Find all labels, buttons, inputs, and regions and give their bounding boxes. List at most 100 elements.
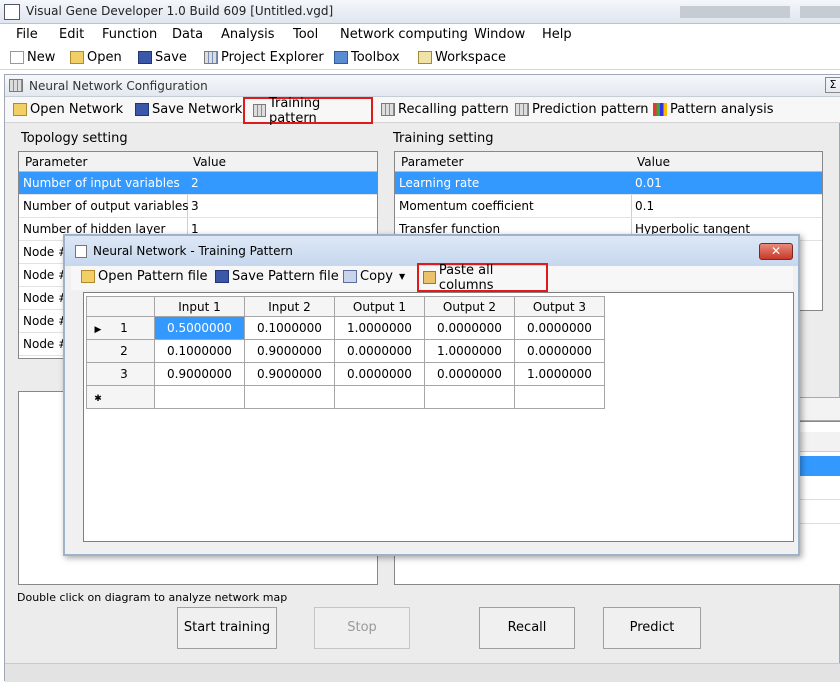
table-cell[interactable]: 0.0000000 [334,362,425,386]
table-row[interactable]: 3 0.9000000 0.9000000 0.0000000 0.000000… [86,362,605,386]
toolbox-button[interactable]: Toolbox [334,50,400,65]
prediction-pattern-button[interactable]: Prediction pattern [515,102,648,117]
table-cell[interactable] [244,385,335,409]
open-network-button[interactable]: Open Network [13,102,123,117]
workspace-button[interactable]: Workspace [418,50,506,65]
save-icon [215,270,229,283]
menu-analysis[interactable]: Analysis [221,27,275,42]
table-cell[interactable]: 0.9000000 [154,362,245,386]
pattern-table-container: Input 1 Input 2 Output 1 Output 2 Output… [83,292,794,542]
col-input-2[interactable]: Input 2 [244,296,335,317]
paste-icon [423,271,436,284]
table-cell[interactable]: 0.0000000 [334,339,425,363]
pattern-analysis-button[interactable]: Pattern analysis [653,102,774,117]
app-titlebar: Visual Gene Developer 1.0 Build 609 [Unt… [0,0,840,24]
table-cell[interactable]: 0.1000000 [154,339,245,363]
col-parameter: Parameter [401,155,464,169]
folder-icon [13,103,27,116]
topology-grid-header: Parameter Value [19,152,377,172]
recall-button[interactable]: Recall [479,607,575,649]
col-output-3[interactable]: Output 3 [514,296,605,317]
app-icon [4,4,20,20]
table-cell[interactable] [334,385,425,409]
col-input-1[interactable]: Input 1 [154,296,245,317]
diagram-hint: Double click on diagram to analyze netwo… [17,591,288,604]
table-row[interactable]: Learning rate 0.01 [395,172,822,195]
topology-label: Topology setting [21,131,128,146]
col-value: Value [637,155,670,169]
table-cell[interactable] [424,385,515,409]
app-title: Visual Gene Developer 1.0 Build 609 [Unt… [26,4,334,18]
menu-function[interactable]: Function [102,27,157,42]
table-cell[interactable] [514,385,605,409]
table-row[interactable]: Momentum coefficient 0.1 [395,195,822,218]
table-cell[interactable]: 0.0000000 [514,316,605,340]
folder-icon [81,270,95,283]
table-cell[interactable]: 1.0000000 [424,339,515,363]
table-cell[interactable]: 0.0000000 [514,339,605,363]
predict-button[interactable]: Predict [603,607,701,649]
new-row[interactable]: ✱ [86,385,605,409]
pattern-table: Input 1 Input 2 Output 1 Output 2 Output… [86,296,605,409]
col-output-1[interactable]: Output 1 [334,296,425,317]
prediction-pattern-icon [515,103,529,116]
save-network-button[interactable]: Save Network [135,102,242,117]
nn-close-icon[interactable]: Σ [825,77,840,93]
menu-network-computing[interactable]: Network computing [340,27,468,42]
col-parameter: Parameter [25,155,88,169]
recalling-pattern-button[interactable]: Recalling pattern [381,102,509,117]
training-label: Training setting [393,131,494,146]
row-header[interactable]: 2 [86,339,155,363]
training-pattern-icon [253,104,266,117]
table-cell[interactable]: 1.0000000 [334,316,425,340]
folder-icon [70,51,84,64]
copy-icon [343,270,357,283]
row-header[interactable]: ▶ 1 [86,316,155,340]
new-row-icon: ✱ [94,394,102,404]
document-icon [75,245,87,258]
menu-file[interactable]: File [16,27,38,42]
menu-tool[interactable]: Tool [293,27,318,42]
new-button[interactable]: New [10,50,55,65]
table-row[interactable]: ▶ 1 0.5000000 0.1000000 1.0000000 0.00000… [86,316,605,340]
nn-config-title: Neural Network Configuration [29,79,208,93]
menu-help[interactable]: Help [542,27,572,42]
dialog-titlebar: Neural Network - Training Pattern ✕ [65,236,798,266]
copy-button[interactable]: Copy ▼ [343,269,405,284]
table-cell[interactable]: 1.0000000 [514,362,605,386]
table-cell[interactable]: 0.5000000 [154,316,245,340]
table-cell[interactable]: 0.0000000 [424,316,515,340]
table-cell[interactable]: 0.1000000 [244,316,335,340]
menu-data[interactable]: Data [172,27,203,42]
save-pattern-file-button[interactable]: Save Pattern file [215,269,339,284]
col-output-2[interactable]: Output 2 [424,296,515,317]
row-header[interactable]: 3 [86,362,155,386]
close-icon[interactable]: ✕ [759,243,793,260]
window-controls-blurred [680,6,790,18]
table-cell[interactable]: 0.9000000 [244,339,335,363]
new-icon [10,51,24,64]
table-cell[interactable]: 0.0000000 [424,362,515,386]
training-grid-header: Parameter Value [395,152,822,172]
table-cell[interactable] [154,385,245,409]
open-button[interactable]: Open [70,50,122,65]
save-icon [138,51,152,64]
table-cell[interactable]: 0.9000000 [244,362,335,386]
table-row[interactable]: 2 0.1000000 0.9000000 0.0000000 1.000000… [86,339,605,363]
col-value: Value [193,155,226,169]
menu-edit[interactable]: Edit [59,27,84,42]
start-training-button[interactable]: Start training [177,607,277,649]
table-row[interactable]: Number of input variables 2 [19,172,377,195]
menu-window[interactable]: Window [474,27,525,42]
table-row[interactable]: Number of output variables 3 [19,195,377,218]
save-button[interactable]: Save [138,50,187,65]
project-explorer-button[interactable]: Project Explorer [204,50,324,65]
stop-button[interactable]: Stop [314,607,410,649]
workspace-icon [418,51,432,64]
open-pattern-file-button[interactable]: Open Pattern file [81,269,208,284]
row-header[interactable]: ✱ [86,385,155,409]
save-icon [135,103,149,116]
status-strip [5,663,840,682]
paste-all-columns-button[interactable]: Paste all columns [417,263,548,293]
training-pattern-button[interactable]: Training pattern [243,96,373,126]
